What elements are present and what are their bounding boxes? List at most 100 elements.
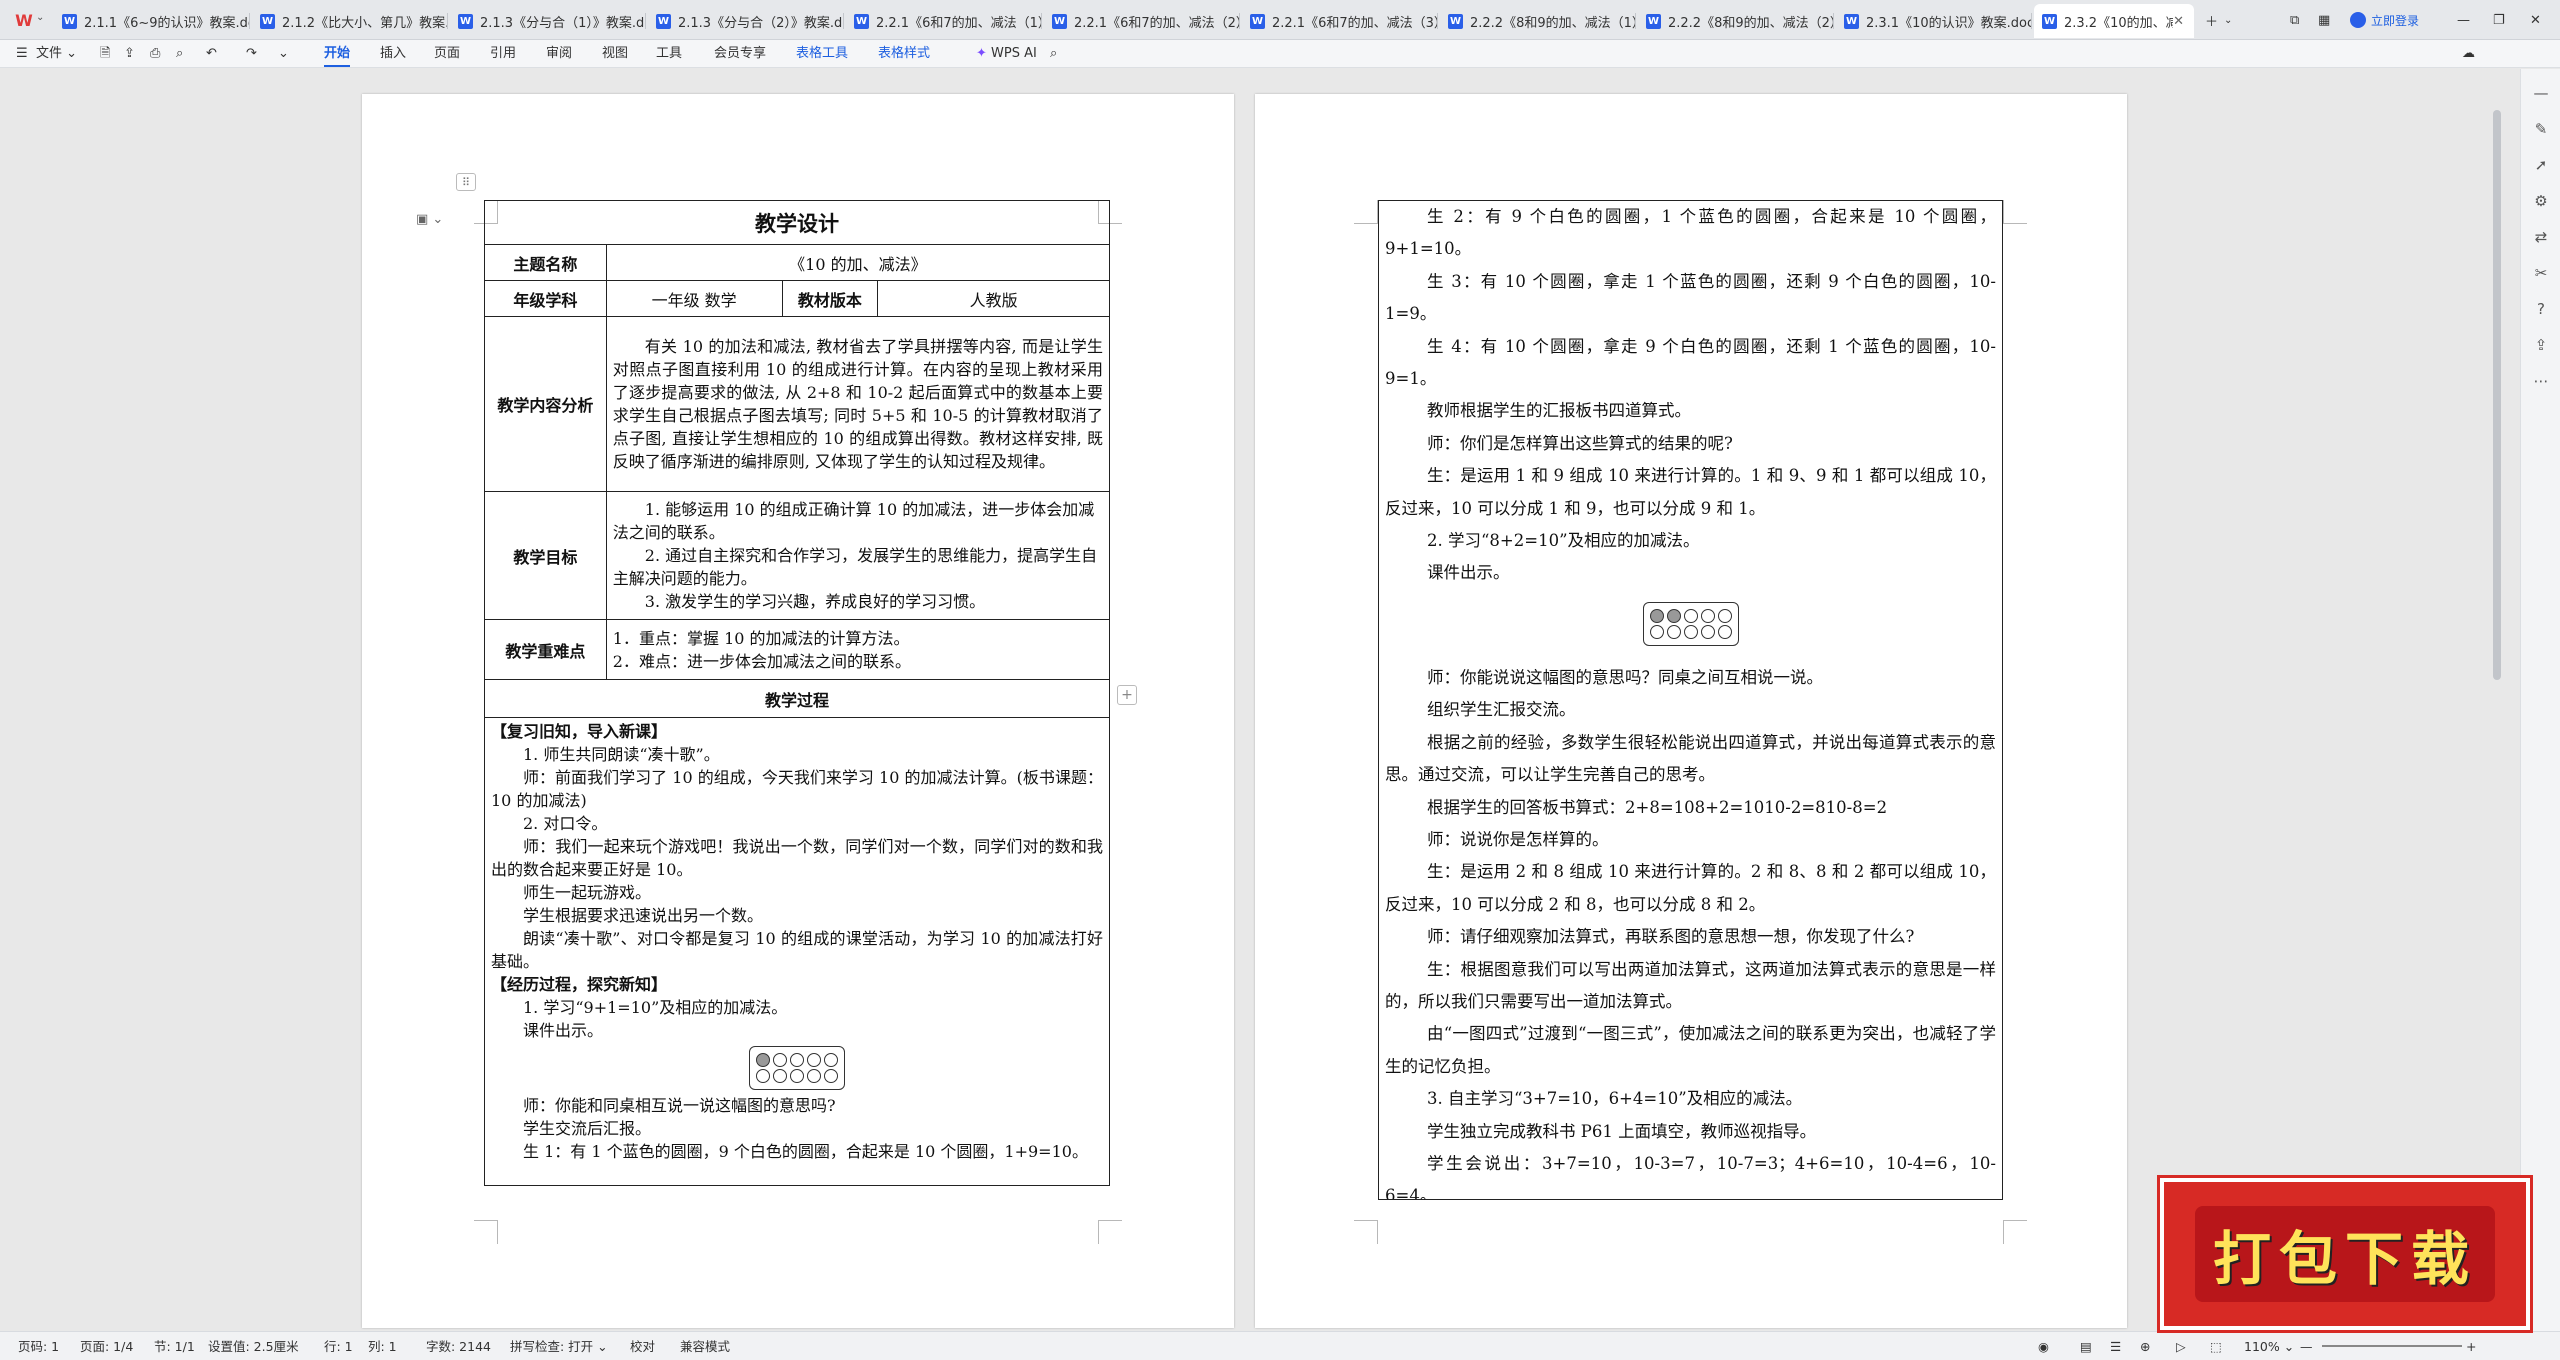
undo-icon[interactable]: ↶	[206, 45, 217, 63]
grade-label[interactable]: 年级学科	[484, 280, 607, 317]
tab-3[interactable]: W 2.1.3《分与合（1）》教案.doc	[450, 4, 646, 38]
tab-label: 2.1.3《分与合（1）》教案.doc	[480, 15, 646, 31]
menu-icon[interactable]: ☰	[16, 45, 28, 63]
close-window-button[interactable]: ✕	[2530, 0, 2541, 40]
new-tab-button[interactable]: ＋ ⌄	[2205, 0, 2232, 40]
status-pages[interactable]: 页面: 1/4	[80, 1339, 133, 1355]
status-settings[interactable]: 设置值: 2.5厘米	[208, 1339, 299, 1355]
spell-check-toggle[interactable]: 拼写检查: 打开 ⌄	[510, 1339, 608, 1355]
web-view-icon[interactable]: ⊕	[2140, 1339, 2150, 1355]
edition-value[interactable]: 人教版	[877, 280, 1110, 317]
edit-icon[interactable]: ✎	[2531, 119, 2551, 139]
goal-label[interactable]: 教学目标	[484, 491, 607, 620]
ribbon-tab-4[interactable]: 引用	[490, 45, 516, 63]
zoom-slider[interactable]	[2322, 1345, 2462, 1347]
settings-icon[interactable]: ⚙	[2531, 191, 2551, 211]
ribbon-tab-5[interactable]: 审阅	[546, 45, 572, 63]
dot-diagram[interactable]	[749, 1046, 845, 1090]
chevron-down-icon[interactable]: ⌄	[36, 12, 44, 23]
process-continued-cell[interactable]: 生 2：有 9 个白色的圆圈，1 个蓝色的圆圈，合起来是 10 个圆圈，9+1=…	[1378, 200, 2003, 1200]
tab-5[interactable]: W 2.2.1《6和7的加、减法（1）》	[846, 4, 1042, 38]
analysis-text[interactable]: 有关 10 的加法和减法, 教材省去了学具拼摆等内容, 而是让学生对照点子图直接…	[605, 316, 1111, 492]
wps-logo-icon[interactable]: W	[14, 10, 34, 30]
play-icon[interactable]: ▷	[2176, 1339, 2186, 1355]
topic-value[interactable]: 《10 的加、减法》	[605, 244, 1111, 281]
grid-icon[interactable]: ▦	[2318, 0, 2330, 40]
help-icon[interactable]: ?	[2531, 299, 2551, 319]
goal-list[interactable]: 1. 能够运用 10 的组成正确计算 10 的加减法，进一步体会加减法之间的联系…	[605, 491, 1111, 620]
ribbon-tab-7[interactable]: 工具	[656, 45, 682, 63]
zoom-out-icon[interactable]: —	[2300, 1339, 2313, 1355]
select-icon[interactable]: ➚	[2531, 155, 2551, 175]
tab-8[interactable]: W 2.2.2《8和9的加、减法（1）》	[1440, 4, 1636, 38]
zoom-in-icon[interactable]: +	[2466, 1339, 2476, 1355]
status-words[interactable]: 字数: 2144	[426, 1339, 491, 1355]
tab-11[interactable]: W 2.3.2《10的加、减法✕	[2034, 4, 2194, 38]
tab-2[interactable]: W 2.1.2《比大小、第几》教案.doc	[252, 4, 448, 38]
preview-icon[interactable]: ⌕	[176, 45, 183, 63]
grade-value[interactable]: 一年级 数学	[605, 280, 783, 317]
process-paragraph: 2. 对口令。	[523, 814, 608, 833]
analysis-label[interactable]: 教学内容分析	[484, 316, 607, 492]
tab-separator	[1833, 13, 1834, 29]
layout-icon[interactable]: ☰	[2110, 1339, 2121, 1355]
edition-label[interactable]: 教材版本	[781, 280, 879, 317]
process-paragraph: 生 2：有 9 个白色的圆圈，1 个蓝色的圆圈，合起来是 10 个圆圈，9+1=…	[1385, 207, 1996, 259]
ribbon-tab-6[interactable]: 视图	[602, 45, 628, 63]
ribbon-tab-3[interactable]: 页面	[434, 45, 460, 63]
ribbon-tab-2[interactable]: 插入	[380, 45, 406, 63]
save-icon[interactable]: 🗎	[100, 45, 110, 63]
minimize-button[interactable]: —	[2457, 0, 2470, 40]
fit-icon[interactable]: ⬚	[2210, 1339, 2222, 1355]
process-body[interactable]: 【复习旧知，导入新课】 1. 师生共同朗读“凑十歌”。 师：前面我们学习了 10 的…	[484, 717, 1110, 1186]
ribbon-tab-8[interactable]: 会员专享	[714, 45, 766, 63]
cloud-icon[interactable]: ☁	[2462, 45, 2475, 63]
empty-circle	[773, 1053, 787, 1067]
add-column-button[interactable]: +	[1117, 685, 1137, 705]
vertical-scrollbar[interactable]	[2493, 110, 2501, 680]
redo-icon[interactable]: ↷	[246, 45, 257, 63]
proofread-button[interactable]: 校对	[630, 1339, 655, 1355]
ribbon-tab-9[interactable]: 表格工具	[796, 45, 848, 63]
key-label[interactable]: 教学重难点	[484, 619, 607, 680]
document-title[interactable]: 教学设计	[484, 200, 1110, 245]
dot-diagram[interactable]	[1642, 601, 1739, 646]
tab-4[interactable]: W 2.1.3《分与合（2）》教案.doc	[648, 4, 844, 38]
tab-7[interactable]: W 2.2.1《6和7的加、减法（3）》	[1242, 4, 1438, 38]
search-icon[interactable]: ⌕	[1050, 45, 1057, 63]
window-layout-icon[interactable]: ⧉	[2290, 0, 2299, 40]
tab-9[interactable]: W 2.2.2《8和9的加、减法（2）》	[1638, 4, 1834, 38]
file-menu[interactable]: 文件 ⌄	[36, 45, 77, 63]
key-list[interactable]: 1．重点：掌握 10 的加减法的计算方法。 2．难点：进一步体会加减法之间的联系…	[605, 619, 1111, 680]
share-icon[interactable]: ⇪	[2531, 335, 2551, 355]
minimize-panel-icon[interactable]: —	[2531, 83, 2551, 103]
process-paragraph: 1. 师生共同朗读“凑十歌”。	[523, 745, 720, 764]
process-paragraph: 2. 学习“8+2=10”及相应的加减法。	[1427, 531, 1700, 551]
wps-ai-button[interactable]: ✦ WPS AI	[976, 45, 1037, 63]
process-paragraph: 师：说说你是怎样算的。	[1427, 829, 1609, 849]
zoom-level[interactable]: 110% ⌄	[2244, 1339, 2294, 1355]
tools-icon[interactable]: ✂	[2531, 263, 2551, 283]
maximize-button[interactable]: ❐	[2493, 0, 2505, 40]
topic-label[interactable]: 主题名称	[484, 244, 607, 281]
tab-close-icon[interactable]: ✕	[2173, 14, 2184, 29]
login-button[interactable]: 立即登录	[2350, 0, 2419, 40]
print-icon[interactable]: ⎙	[150, 45, 160, 63]
more-icon[interactable]: ⋯	[2531, 371, 2551, 391]
drag-handle-icon[interactable]: ⠿	[456, 173, 476, 191]
tab-10[interactable]: W 2.3.1《10的认识》教案.doc	[1836, 4, 2032, 38]
download-promo-badge[interactable]: 打包下载	[2160, 1178, 2530, 1330]
table-select-icon[interactable]: ▣ ⌄	[416, 212, 443, 227]
process-content: 【复习旧知，导入新课】 1. 师生共同朗读“凑十歌”。 师：前面我们学习了 10 的…	[491, 720, 1103, 1163]
export-icon[interactable]: ⇪	[124, 45, 135, 63]
tab-6[interactable]: W 2.2.1《6和7的加、减法（2）》	[1044, 4, 1240, 38]
eye-icon[interactable]: ◉	[2038, 1339, 2049, 1355]
translate-icon[interactable]: ⇄	[2531, 227, 2551, 247]
tab-separator	[1239, 13, 1240, 29]
process-label[interactable]: 教学过程	[484, 679, 1110, 718]
tab-1[interactable]: W 2.1.1《6~9的认识》教案.doc	[54, 4, 250, 38]
ribbon-tab-10[interactable]: 表格样式	[878, 45, 930, 63]
more-icon[interactable]: ⌄	[278, 45, 289, 63]
page-view-icon[interactable]: ▤	[2080, 1339, 2092, 1355]
ribbon-tab-1[interactable]: 开始	[324, 45, 350, 63]
